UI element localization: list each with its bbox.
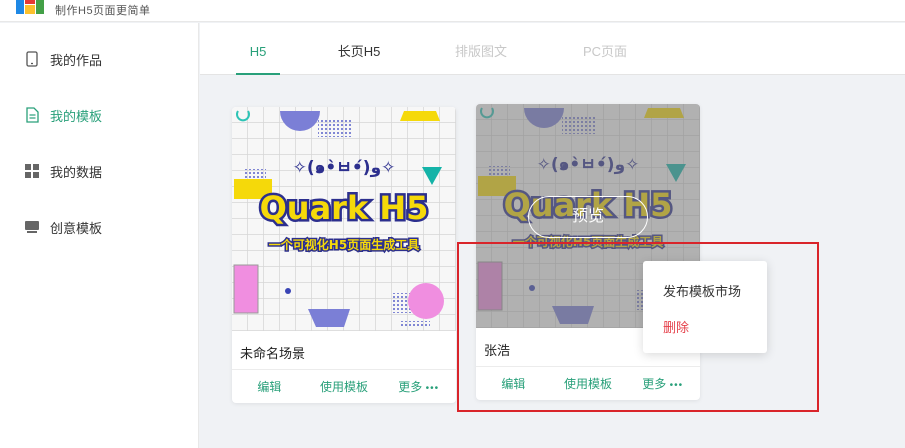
use-template-button[interactable]: 使用模板 <box>307 370 382 403</box>
quark-logo[interactable] <box>16 0 46 16</box>
sidebar: 我的作品 我的模板 我的数据 创意模板 <box>0 23 199 448</box>
template-thumbnail[interactable]: ✧(๑•̀ㅂ•́)و✧ Quark H5 一个可视化H5页面生成工具 <box>232 107 456 331</box>
sidebar-item-my-works[interactable]: 我的作品 <box>0 39 199 79</box>
sidebar-item-label: 我的数据 <box>50 164 103 180</box>
template-name: 未命名场景 <box>240 346 306 361</box>
document-icon <box>24 107 40 123</box>
card-actions: 编辑 使用模板 更多 ••• <box>232 369 456 403</box>
tab-long-page-h5[interactable]: 长页H5 <box>330 23 388 75</box>
tab-h5[interactable]: H5 <box>236 23 280 75</box>
sidebar-item-label: 创意模板 <box>50 220 103 236</box>
top-bar: 制作H5页面更简单 <box>0 0 905 22</box>
phone-icon <box>24 51 40 67</box>
monitor-icon <box>24 219 40 235</box>
thumbnail-title: Quark H5 <box>260 189 429 227</box>
template-card[interactable]: ✧(๑•̀ㅂ•́)و✧ Quark H5 一个可视化H5页面生成工具 未命名场景… <box>232 107 456 403</box>
preview-button[interactable]: 预览 <box>528 196 648 238</box>
highlight-box <box>457 242 819 412</box>
tab-pc-page[interactable]: PC页面 <box>572 23 638 75</box>
brand-tagline: 制作H5页面更简单 <box>55 5 151 17</box>
template-type-tabs: H5 长页H5 排版图文 PC页面 <box>200 23 905 75</box>
sidebar-item-creative-templates[interactable]: 创意模板 <box>0 207 199 247</box>
sidebar-item-my-templates[interactable]: 我的模板 <box>0 95 199 135</box>
thumbnail-subtitle: 一个可视化H5页面生成工具 <box>269 237 419 252</box>
sidebar-item-label: 我的模板 <box>50 108 103 124</box>
thumbnail-kaomoji: ✧(๑•̀ㅂ•́)و✧ <box>293 158 396 178</box>
grid-icon <box>24 163 40 179</box>
sidebar-item-my-data[interactable]: 我的数据 <box>0 151 199 191</box>
edit-button[interactable]: 编辑 <box>232 370 307 403</box>
more-dots-icon: ••• <box>425 383 440 394</box>
sidebar-item-label: 我的作品 <box>50 52 103 68</box>
more-label: 更多 <box>398 380 423 394</box>
tab-layout-graphic[interactable]: 排版图文 <box>446 23 516 75</box>
more-button[interactable]: 更多 ••• <box>381 370 456 403</box>
